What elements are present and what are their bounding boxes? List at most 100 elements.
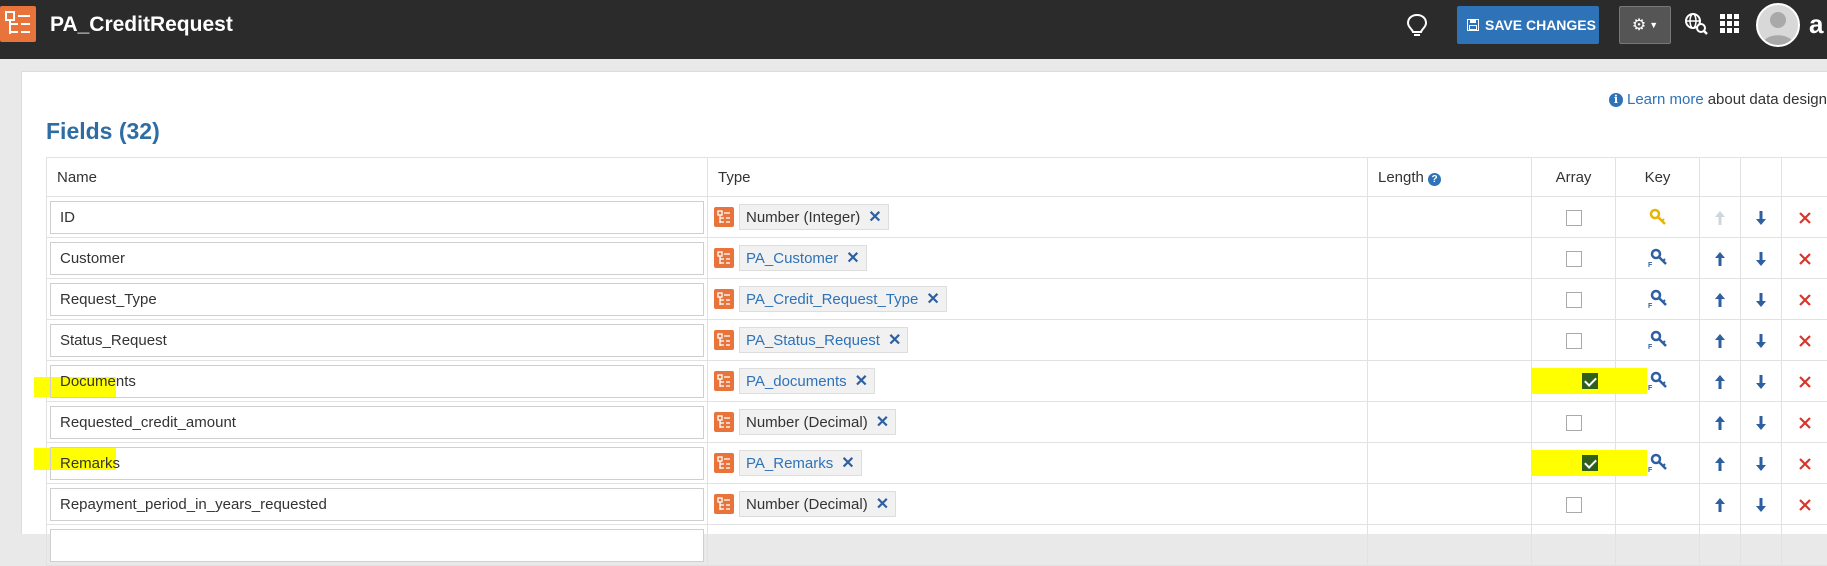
length-cell [1368, 279, 1532, 320]
delete-icon[interactable] [1798, 375, 1812, 389]
type-chip[interactable]: PA_documents ✕ [739, 368, 875, 394]
length-cell [1368, 238, 1532, 279]
data-type-icon[interactable] [714, 453, 734, 473]
arrow-down-icon[interactable] [1755, 415, 1767, 431]
array-checkbox[interactable] [1566, 497, 1582, 513]
type-label[interactable]: PA_Remarks [746, 455, 833, 472]
type-label[interactable]: PA_Status_Request [746, 332, 880, 349]
array-checkbox[interactable] [1566, 415, 1582, 431]
user-menu[interactable]: a [1809, 9, 1823, 40]
arrow-up-icon[interactable] [1714, 333, 1726, 349]
globe-search-icon[interactable] [1684, 12, 1708, 41]
arrow-down-icon[interactable] [1755, 374, 1767, 390]
field-name-input[interactable] [50, 488, 704, 521]
data-model-icon[interactable] [0, 6, 36, 42]
arrow-up-icon[interactable] [1714, 374, 1726, 390]
arrow-down-icon[interactable] [1755, 210, 1767, 226]
remove-type-icon[interactable]: ✕ [846, 248, 859, 268]
type-label[interactable]: PA_documents [746, 373, 847, 390]
lightbulb-icon[interactable] [1405, 13, 1429, 39]
delete-icon[interactable] [1798, 416, 1812, 430]
arrow-down-icon[interactable] [1755, 333, 1767, 349]
arrow-up-icon [1714, 210, 1726, 226]
arrow-down-icon[interactable] [1755, 251, 1767, 267]
remove-type-icon[interactable]: ✕ [926, 289, 939, 309]
avatar[interactable] [1756, 3, 1800, 47]
remove-type-icon[interactable]: ✕ [855, 371, 868, 391]
data-type-icon[interactable] [714, 371, 734, 391]
data-type-icon[interactable] [714, 412, 734, 432]
type-label[interactable]: PA_Customer [746, 250, 838, 267]
save-changes-button[interactable]: SAVE CHANGES [1457, 6, 1599, 44]
data-type-icon[interactable] [714, 207, 734, 227]
learn-more-text: about data design [1708, 91, 1827, 108]
apps-grid-icon[interactable] [1720, 14, 1740, 39]
type-label[interactable]: PA_Credit_Request_Type [746, 291, 918, 308]
remove-type-icon[interactable]: ✕ [868, 207, 881, 227]
delete-icon[interactable] [1798, 211, 1812, 225]
learn-more-link[interactable]: Learn more [1627, 91, 1704, 108]
field-name-input[interactable] [50, 283, 704, 316]
remove-type-icon[interactable]: ✕ [876, 412, 889, 432]
arrow-up-icon[interactable] [1714, 497, 1726, 513]
type-chip[interactable]: PA_Status_Request ✕ [739, 327, 908, 353]
arrow-down-icon[interactable] [1755, 456, 1767, 472]
field-name-input[interactable] [50, 447, 704, 480]
remove-type-icon[interactable]: ✕ [876, 494, 889, 514]
name-cell [47, 197, 708, 238]
array-checkbox[interactable] [1566, 333, 1582, 349]
data-type-icon[interactable] [714, 494, 734, 514]
arrow-down-icon[interactable] [1755, 292, 1767, 308]
array-checkbox[interactable] [1582, 455, 1598, 471]
field-name-input[interactable] [50, 242, 704, 275]
remove-type-icon[interactable]: ✕ [888, 330, 901, 350]
foreign-key-icon[interactable]: F [1648, 453, 1668, 473]
data-type-icon[interactable] [714, 289, 734, 309]
delete-icon[interactable] [1798, 252, 1812, 266]
field-name-input[interactable] [50, 201, 704, 234]
array-checkbox[interactable] [1566, 292, 1582, 308]
settings-menu-button[interactable]: ⚙ ▼ [1619, 6, 1671, 44]
arrow-up-icon[interactable] [1714, 456, 1726, 472]
type-label: Number (Decimal) [746, 414, 868, 431]
array-checkbox[interactable] [1582, 373, 1598, 389]
type-chip[interactable]: PA_Credit_Request_Type ✕ [739, 286, 947, 312]
length-help-icon[interactable]: ? [1428, 173, 1441, 186]
move-down-cell [1741, 279, 1782, 320]
type-chip[interactable]: Number (Decimal)✕ [739, 491, 896, 517]
type-chip[interactable]: Number (Integer)✕ [739, 204, 889, 230]
foreign-key-icon[interactable]: F [1648, 248, 1668, 268]
data-type-icon[interactable] [714, 330, 734, 350]
foreign-key-icon[interactable]: F [1648, 371, 1668, 391]
array-checkbox[interactable] [1566, 210, 1582, 226]
delete-icon[interactable] [1798, 334, 1812, 348]
array-checkbox[interactable] [1566, 251, 1582, 267]
table-header-row: Name Type Length ? Array Key [47, 158, 1827, 197]
delete-icon[interactable] [1798, 498, 1812, 512]
arrow-up-icon[interactable] [1714, 251, 1726, 267]
array-cell [1532, 320, 1616, 361]
data-type-icon[interactable] [714, 248, 734, 268]
delete-icon[interactable] [1798, 457, 1812, 471]
field-name-input[interactable] [50, 324, 704, 357]
array-highlight [1532, 368, 1647, 394]
field-name-input[interactable] [50, 406, 704, 439]
arrow-up-icon[interactable] [1714, 292, 1726, 308]
type-chip[interactable]: PA_Remarks ✕ [739, 450, 862, 476]
arrow-up-icon[interactable] [1714, 415, 1726, 431]
empty-cell [1782, 525, 1827, 566]
move-up-cell [1700, 402, 1741, 443]
primary-key-icon[interactable] [1649, 208, 1667, 226]
remove-type-icon[interactable]: ✕ [841, 453, 854, 473]
foreign-key-icon[interactable]: F [1648, 330, 1668, 350]
delete-cell [1782, 361, 1827, 402]
foreign-key-icon[interactable]: F [1648, 289, 1668, 309]
length-cell [1368, 361, 1532, 402]
field-name-input[interactable] [50, 529, 704, 562]
length-cell [1368, 320, 1532, 361]
field-name-input[interactable] [50, 365, 704, 398]
delete-icon[interactable] [1798, 293, 1812, 307]
type-chip[interactable]: PA_Customer ✕ [739, 245, 867, 271]
arrow-down-icon[interactable] [1755, 497, 1767, 513]
type-chip[interactable]: Number (Decimal) ✕ [739, 409, 896, 435]
